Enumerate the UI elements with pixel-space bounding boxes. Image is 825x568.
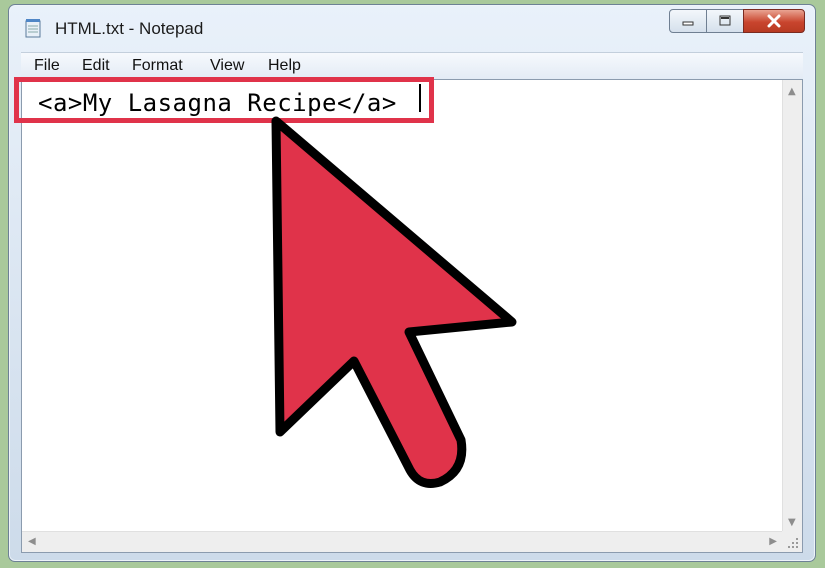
pointer-arrow-icon bbox=[271, 116, 517, 488]
